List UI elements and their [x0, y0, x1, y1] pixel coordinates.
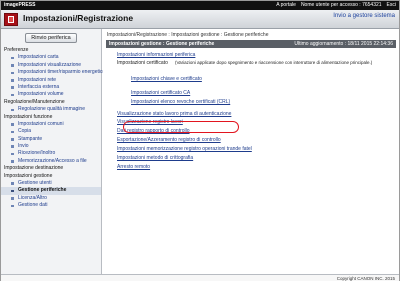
top-bar: imagePRESS A portale Nome utente per acc…	[1, 1, 399, 10]
sidebar-item[interactable]: Copia	[1, 128, 101, 135]
exit-link[interactable]: Esci	[387, 1, 396, 10]
sidebar-section-heading: Impostazioni gestione	[4, 172, 53, 179]
settings-link[interactable]: Impostazioni memorizzazione registro ope…	[117, 146, 252, 152]
settings-link[interactable]: Arresto remoto	[117, 164, 150, 170]
settings-link[interactable]: Impostazioni certificato CA	[131, 90, 190, 96]
ca-certificate-highlight-ring	[123, 121, 239, 133]
settings-link[interactable]: Impostazioni metodo di crittografia	[117, 155, 193, 161]
page-title: Impostazioni/Registrazione	[23, 13, 134, 23]
login-user-name: Nome utente per accesso : 7654321	[300, 2, 382, 8]
footer: Copyright CANON INC. 2015	[1, 274, 399, 281]
sidebar-item[interactable]: Gestione utenti	[1, 180, 101, 187]
sidebar-item[interactable]: Impostazioni rete	[1, 77, 101, 84]
sidebar-item[interactable]: Ricezione/Inoltro	[1, 150, 101, 157]
settings-label: (Variazioni applicate dopo spegnimento e…	[175, 60, 373, 65]
top-links: A portale Nome utente per accesso : 7654…	[276, 1, 396, 10]
sidebar-item[interactable]: Stampante	[1, 136, 101, 143]
last-update-timestamp: Ultimo aggiornamento : 18/11 2015 22:14:…	[294, 41, 393, 47]
brand-name: imagePRESS	[4, 2, 36, 8]
settings-link[interactable]: Impostazioni informazioni periferica	[117, 52, 195, 58]
send-to-system-manager-link[interactable]: Invio a gestore sistema	[333, 13, 395, 19]
panel-title-bar: Impostazioni gestione : Gestione perifer…	[106, 40, 396, 48]
breadcrumb: Impostazioni/Registrazione : Impostazion…	[107, 32, 269, 38]
sidebar-section-heading: Impostazione destinazione	[4, 165, 64, 172]
sidebar-section-heading: Preferenze	[4, 47, 29, 53]
page-header: Impostazioni/Registrazione Invio a gesto…	[1, 10, 399, 29]
sidebar-menu: Preferenze Impostazioni carta Impostazioni…	[1, 47, 105, 210]
settings-link[interactable]: Esportazione/Azzeramento registro di con…	[117, 137, 221, 143]
app-window: imagePRESS A portale Nome utente per acc…	[0, 0, 400, 281]
settings-link[interactable]: Impostazioni chiave e certificato	[131, 76, 202, 82]
sidebar-item[interactable]: Impostazioni timer/risparmio energetico	[1, 69, 105, 76]
sidebar-item[interactable]: Impostazioni volume	[1, 91, 101, 98]
sidebar-item[interactable]: Impostazioni visualizzazione	[1, 62, 101, 69]
settings-label: Impostazioni certificato	[117, 60, 168, 66]
copyright-text: Copyright CANON INC. 2015	[336, 275, 395, 281]
sidebar-item[interactable]: Gestione periferiche	[1, 187, 101, 195]
sidebar-item[interactable]: Invio	[1, 143, 101, 150]
sidebar-item[interactable]: Gestione dati	[1, 202, 101, 209]
settings-link[interactable]: Visualizzazione stato lavoro prima di au…	[117, 111, 231, 117]
sidebar-item[interactable]: Interfaccia esterna	[1, 84, 101, 91]
settings-link[interactable]: Impostazioni elenco revoche certificati …	[131, 99, 230, 105]
main-content: Impostazioni/Registrazione : Impostazion…	[103, 29, 399, 275]
sidebar-item[interactable]: Impostazioni comuni	[1, 121, 101, 128]
sidebar-item[interactable]: Licenza/Altro	[1, 195, 101, 202]
sidebar-item[interactable]: Regolazione qualità immagine	[1, 106, 101, 113]
panel-title: Impostazioni gestione : Gestione perifer…	[109, 41, 215, 47]
sidebar-item[interactable]: Memorizzazione/Accesso a file	[1, 158, 101, 165]
sidebar-section-heading: Impostazioni funzione	[4, 113, 53, 120]
portal-link[interactable]: A portale	[276, 1, 296, 10]
sidebar-section-heading: Regolazione/Manutenzione	[4, 98, 65, 105]
sidebar: Rinvio periferica Preferenze Impostazioni…	[1, 29, 105, 275]
device-reload-button[interactable]: Rinvio periferica	[25, 33, 77, 43]
sidebar-item[interactable]: Impostazioni carta	[1, 54, 101, 61]
settings-logo-icon	[4, 13, 18, 26]
